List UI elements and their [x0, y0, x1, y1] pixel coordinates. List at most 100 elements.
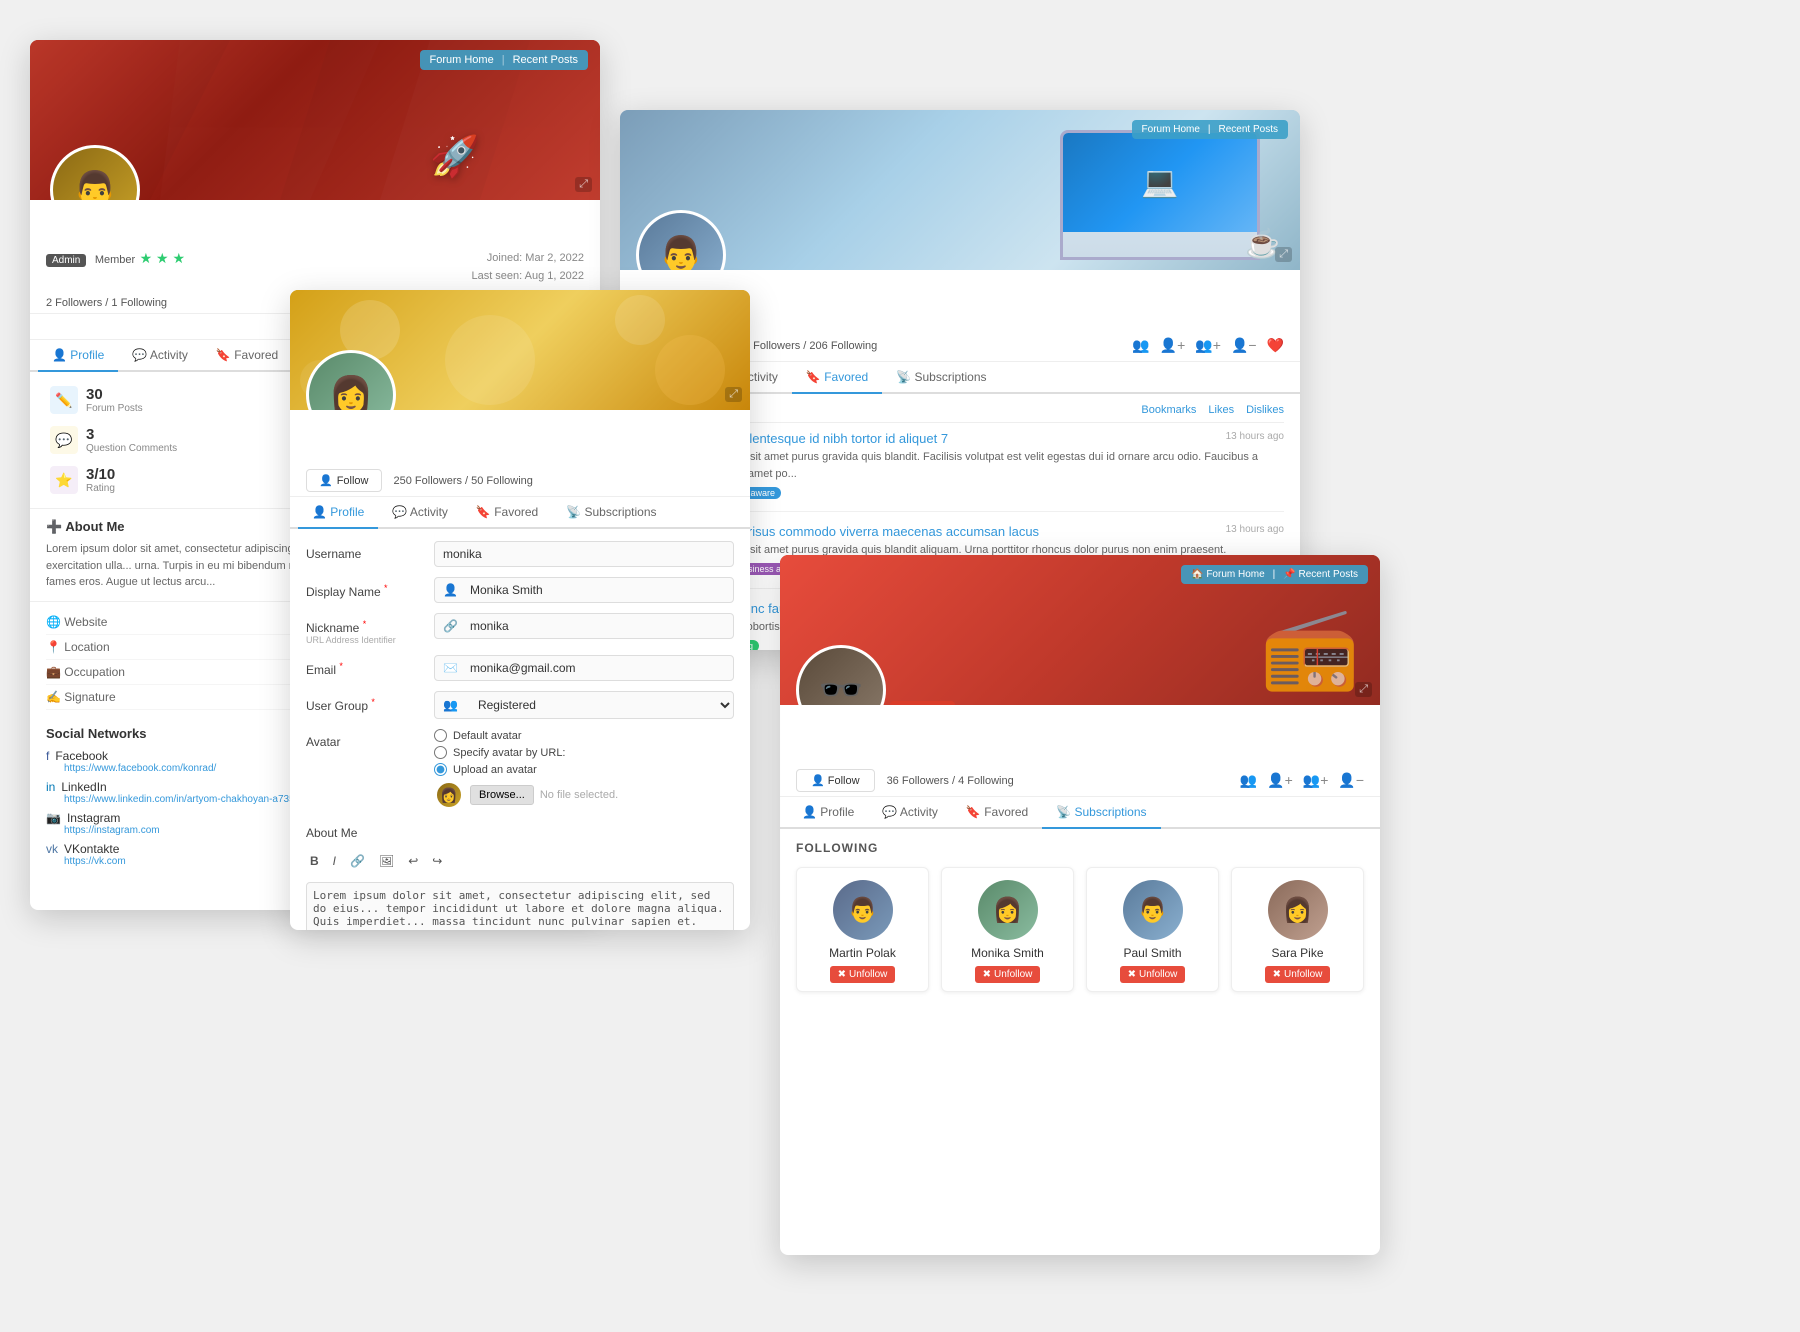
- avatar-options: Default avatar Specify avatar by URL: Up…: [434, 729, 734, 810]
- stat-num-posts: 30: [86, 386, 143, 403]
- card3-expand-icon[interactable]: ⤢: [1275, 247, 1292, 262]
- link-bookmarks[interactable]: Bookmarks: [1141, 404, 1196, 416]
- card2-tabs: 👤 Profile 💬 Activity 🔖 Favored 📡 Subscri…: [290, 497, 750, 529]
- form-input-nickname-wrap: 🔗: [434, 613, 734, 639]
- form-input-nickname[interactable]: [466, 614, 733, 638]
- form-input-displayname[interactable]: [466, 578, 733, 602]
- following-unfollow-paul[interactable]: ✖ Unfollow: [1120, 966, 1186, 983]
- card4-icon4[interactable]: 👤−: [1338, 772, 1364, 789]
- card-monika-smith: 👩 Monika Smith Active Member ★ ⤢ 👤 Follo…: [290, 290, 750, 930]
- card4-nav[interactable]: 🏠 Forum Home | 📌 Recent Posts: [1181, 565, 1368, 584]
- card4-tab-subscriptions[interactable]: 📡 Subscriptions: [1042, 797, 1160, 829]
- card2-header: 👩 Monika Smith Active Member ★ ⤢: [290, 290, 750, 410]
- card3-tab-favored[interactable]: 🔖 Favored: [792, 362, 882, 394]
- card4-header: 📻 🏠 Forum Home | 📌 Recent Posts 🕶️ Aron …: [780, 555, 1380, 705]
- unfollow-icon-sara: ✖: [1273, 969, 1281, 980]
- card1-badge-admin: Admin: [46, 254, 86, 267]
- card4-tab-activity[interactable]: 💬 Activity: [868, 797, 952, 829]
- card3-nav-forum[interactable]: Forum Home: [1142, 124, 1200, 135]
- card2-tab-activity[interactable]: 💬 Activity: [378, 497, 462, 529]
- card1-nav-recent-posts[interactable]: Recent Posts: [513, 54, 578, 66]
- card4-tab-favored[interactable]: 🔖 Favored: [952, 797, 1042, 829]
- following-unfollow-martin[interactable]: ✖ Unfollow: [830, 966, 896, 983]
- card3-tab-subscriptions[interactable]: 📡 Subscriptions: [882, 362, 1000, 394]
- card2-tab-profile[interactable]: 👤 Profile: [298, 497, 378, 529]
- italic-button[interactable]: I: [329, 852, 340, 870]
- bold-button[interactable]: B: [306, 852, 323, 870]
- card1-badge-member: Member: [95, 254, 135, 266]
- card4-icon3[interactable]: 👥+: [1303, 772, 1329, 789]
- browse-button[interactable]: Browse...: [470, 785, 534, 805]
- card1-tab-favored[interactable]: 🔖 Favored: [202, 340, 292, 372]
- stat-icon-posts: ✏️: [50, 386, 78, 414]
- link-dislikes[interactable]: Dislikes: [1246, 404, 1284, 416]
- bookmark-time-2: 13 hours ago: [1226, 524, 1284, 535]
- card2-form-area: Username Display Name * 👤 Nickname *URL …: [290, 529, 750, 930]
- card3-icon4[interactable]: 👤−: [1231, 337, 1257, 354]
- card3-nav-recent[interactable]: Recent Posts: [1219, 124, 1278, 135]
- card4-icon2[interactable]: 👤+: [1267, 772, 1293, 789]
- card1-nav-bar[interactable]: Forum Home | Recent Posts: [420, 50, 588, 70]
- card2-expand-icon[interactable]: ⤢: [725, 387, 742, 402]
- stat-q-comments: 💬 3Question Comments: [46, 420, 315, 460]
- card1-expand-icon[interactable]: ⤢: [575, 177, 592, 192]
- card2-tab-favored[interactable]: 🔖 Favored: [462, 497, 552, 529]
- form-input-displayname-wrap: 👤: [434, 577, 734, 603]
- about-textarea[interactable]: Lorem ipsum dolor sit amet, consectetur …: [306, 882, 734, 930]
- following-unfollow-monika[interactable]: ✖ Unfollow: [975, 966, 1041, 983]
- card3-nav[interactable]: Forum Home | Recent Posts: [1132, 120, 1288, 139]
- card1-tab-activity[interactable]: 💬 Activity: [118, 340, 202, 372]
- card4-nav-recent[interactable]: 📌 Recent Posts: [1283, 569, 1358, 580]
- card1-nav-forum-home[interactable]: Forum Home: [430, 54, 494, 66]
- card4-icon1[interactable]: 👥: [1240, 772, 1257, 789]
- card4-tabs: 👤 Profile 💬 Activity 🔖 Favored 📡 Subscri…: [780, 797, 1380, 829]
- card2-tab-subscriptions[interactable]: 📡 Subscriptions: [552, 497, 670, 529]
- following-card-monika: 👩 Monika Smith ✖ Unfollow: [941, 867, 1074, 992]
- form-input-username[interactable]: [434, 541, 734, 567]
- browse-row: 👩 Browse... No file selected.: [434, 780, 734, 810]
- card3-icon1[interactable]: 👥: [1132, 337, 1149, 354]
- card2-follow-button[interactable]: 👤 Follow: [306, 469, 382, 492]
- radio-upload-avatar[interactable]: Upload an avatar: [434, 763, 734, 776]
- link-button[interactable]: 🔗: [346, 852, 369, 870]
- rocket-icon: 🚀: [430, 133, 480, 180]
- redo-button[interactable]: ↪: [428, 852, 446, 870]
- radio-url-avatar[interactable]: Specify avatar by URL:: [434, 746, 734, 759]
- card4-username-badge: Aron: [890, 701, 955, 705]
- form-row-username: Username: [306, 541, 734, 567]
- following-title: FOLLOWING: [796, 841, 1364, 855]
- stat-forum-posts: ✏️ 30Forum Posts: [46, 380, 315, 420]
- bookmark-time-1: 13 hours ago: [1226, 431, 1284, 442]
- undo-button[interactable]: ↩: [404, 852, 422, 870]
- card4-nav-forum[interactable]: 🏠 Forum Home: [1191, 569, 1265, 580]
- card1-last-seen: Last seen: Aug 1, 2022: [471, 268, 584, 286]
- stat-icon-qcomments: 💬: [50, 426, 78, 454]
- card3-followers: 32 Followers / 206 Following: [738, 340, 877, 352]
- link-likes[interactable]: Likes: [1208, 404, 1234, 416]
- card2-avatar-wrap: 👩: [306, 350, 396, 410]
- post-links: Bookmarks Likes Dislikes: [1141, 404, 1284, 416]
- card3-icon3[interactable]: 👥+: [1195, 337, 1221, 354]
- card1-joined: Joined: Mar 2, 2022: [471, 250, 584, 268]
- following-unfollow-sara[interactable]: ✖ Unfollow: [1265, 966, 1331, 983]
- card4-tab-profile[interactable]: 👤 Profile: [788, 797, 868, 829]
- form-label-displayname: Display Name *: [306, 577, 426, 599]
- radio-default-avatar[interactable]: Default avatar: [434, 729, 734, 742]
- link-icon: 🔗: [435, 614, 466, 638]
- email-icon: ✉️: [435, 656, 466, 680]
- avatar-preview: 👩: [434, 780, 464, 810]
- card3-icon5[interactable]: ❤️: [1267, 337, 1284, 354]
- form-select-usergroup[interactable]: Registered Admin Moderator: [466, 692, 733, 718]
- unfollow-icon-monika: ✖: [983, 969, 991, 980]
- card4-follow-button[interactable]: 👤 Follow: [796, 769, 875, 792]
- card3-icon2[interactable]: 👤+: [1160, 337, 1186, 354]
- card4-expand-icon[interactable]: ⤢: [1355, 682, 1372, 697]
- card3-avatar: 👨: [636, 210, 726, 270]
- following-name-sara: Sara Pike: [1240, 946, 1355, 960]
- form-input-email[interactable]: [466, 656, 733, 680]
- image-button[interactable]: 🖼: [375, 852, 398, 870]
- form-row-avatar: Avatar Default avatar Specify avatar by …: [306, 729, 734, 810]
- card1-tab-profile[interactable]: 👤 Profile: [38, 340, 118, 372]
- bookmark-text-1: Tristique magna sit amet purus gravida q…: [668, 449, 1284, 482]
- bookmark-content-1: RE: Mattis pellentesque id nibh tortor i…: [668, 431, 1284, 499]
